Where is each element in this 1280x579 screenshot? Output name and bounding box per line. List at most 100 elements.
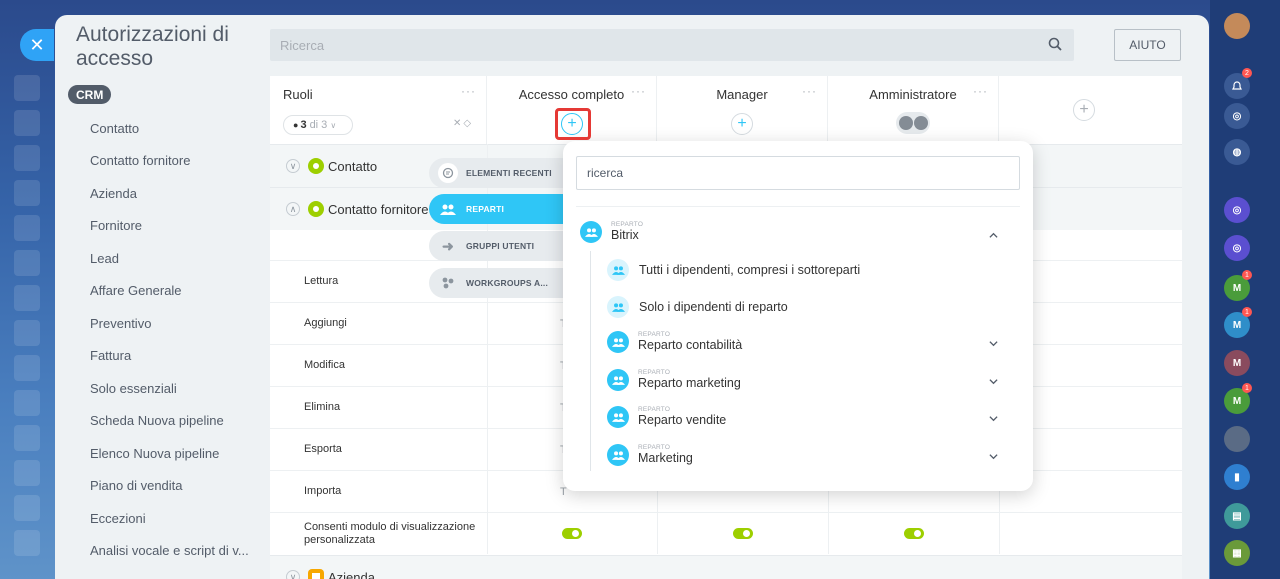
department-contabilita[interactable]: REPARTO Reparto contabilità: [607, 331, 1020, 353]
menu-item-analisi-vocale[interactable]: Analisi vocale e script di v...: [90, 535, 270, 568]
chat-icon[interactable]: ◍: [1224, 139, 1250, 165]
users-icon: [607, 259, 629, 281]
add-member-button[interactable]: +: [731, 113, 753, 135]
popup-search: [576, 156, 1020, 190]
tab-label: WORKGROUPS A...: [466, 278, 549, 288]
roles-count-selector[interactable]: ● 3 di 3 ∨: [283, 115, 353, 135]
chevron-up-icon[interactable]: [989, 231, 998, 240]
open-channel-icon[interactable]: ◎: [1224, 235, 1250, 261]
target-icon[interactable]: ◎: [1224, 103, 1250, 129]
bookmark-icon[interactable]: ▮: [1224, 464, 1250, 490]
group-label: Contatto fornitore: [328, 201, 429, 217]
popup-search-input[interactable]: [577, 157, 1019, 189]
chevron-down-icon[interactable]: ∨: [286, 570, 300, 579]
department-root-bitrix[interactable]: REPARTO Bitrix: [580, 221, 1020, 243]
search-input[interactable]: [270, 29, 1074, 61]
highlight-annotation: [555, 108, 591, 140]
department-selector-popup: REPARTO Bitrix Tutti i dipendenti, compr…: [563, 141, 1033, 491]
department-name: Reparto contabilità: [638, 338, 743, 352]
roles-header: Ruoli ··· ● 3 di 3 ∨ ✕◇: [270, 76, 487, 144]
notification-badge: 1: [1242, 270, 1252, 280]
close-icon[interactable]: ✕: [20, 29, 54, 61]
roles-count-value: 3: [300, 119, 307, 131]
tab-user-groups[interactable]: ➜ GRUPPI UTENTI: [429, 231, 564, 261]
group-avatar[interactable]: [1224, 426, 1250, 452]
department-type: REPARTO: [638, 369, 671, 376]
roles-count-suffix: di 3: [309, 119, 328, 131]
menu-item-affare-generale[interactable]: Affare Generale: [90, 275, 270, 308]
department-name: Bitrix: [611, 228, 639, 242]
open-channel-icon[interactable]: ◎: [1224, 197, 1250, 223]
help-button[interactable]: AIUTO: [1114, 29, 1181, 61]
contact-avatar[interactable]: M: [1224, 350, 1250, 376]
department-vendite[interactable]: REPARTO Reparto vendite: [607, 406, 1020, 428]
menu-item-elenco-nuova-pipeline[interactable]: Elenco Nuova pipeline: [90, 437, 270, 470]
group-avatars-icon[interactable]: [896, 112, 930, 134]
notification-badge: 2: [1242, 68, 1252, 78]
permission-label: Esporta: [304, 443, 342, 455]
notification-badge: 1: [1242, 383, 1252, 393]
menu-item-scheda-nuova-pipeline[interactable]: Scheda Nuova pipeline: [90, 405, 270, 438]
toggle-switch[interactable]: [562, 528, 582, 539]
menu-item-fornitore[interactable]: Fornitore: [90, 210, 270, 243]
permission-label: Aggiungi: [304, 317, 347, 329]
department-icon: [607, 369, 629, 391]
menu-item-contatto[interactable]: Contatto: [90, 112, 270, 145]
background-tiles: [0, 0, 55, 579]
toggle-switch[interactable]: [904, 528, 924, 539]
search-icon[interactable]: [1048, 37, 1062, 51]
permission-row: Consenti modulo di visualizzazione perso…: [270, 512, 1182, 554]
workgroups-icon: [438, 273, 458, 293]
chevron-down-icon[interactable]: [989, 339, 998, 348]
tab-recent[interactable]: ELEMENTI RECENTI: [429, 158, 564, 188]
menu-item-azienda[interactable]: Azienda: [90, 177, 270, 210]
chevron-down-icon[interactable]: [989, 452, 998, 461]
menu-item-fattura[interactable]: Fattura: [90, 340, 270, 373]
department-type: REPARTO: [611, 221, 644, 228]
document-icon[interactable]: ▦: [1224, 540, 1250, 566]
tab-departments[interactable]: REPARTI: [429, 194, 569, 224]
chat-bubble-icon[interactable]: ▤: [1224, 503, 1250, 529]
department-marketing-reparto[interactable]: REPARTO Reparto marketing: [607, 369, 1020, 391]
group-label: Contatto: [328, 158, 378, 174]
menu-item-lead[interactable]: Lead: [90, 242, 270, 275]
department-icon: [607, 444, 629, 466]
notification-badge: 1: [1242, 307, 1252, 317]
add-role-button[interactable]: +: [1073, 99, 1095, 121]
column-menu-icon[interactable]: ···: [631, 84, 646, 98]
contact-icon: [308, 201, 324, 217]
department-icon: [607, 406, 629, 428]
department-icon: [580, 221, 602, 243]
option-department-only[interactable]: Solo i dipendenti di reparto: [607, 296, 788, 318]
roles-menu-icon[interactable]: ···: [461, 84, 476, 98]
entity-menu: Contatto Contatto fornitore Azienda Forn…: [90, 112, 270, 567]
menu-item-piano-di-vendita[interactable]: Piano di vendita: [90, 470, 270, 503]
department-name: Reparto vendite: [638, 413, 727, 427]
option-label: Solo i dipendenti di reparto: [639, 300, 788, 314]
column-menu-icon[interactable]: ···: [802, 84, 817, 98]
department-type: REPARTO: [638, 406, 671, 413]
column-menu-icon[interactable]: ···: [973, 84, 988, 98]
user-avatar[interactable]: [1224, 13, 1250, 39]
group-label: Azienda: [328, 569, 375, 579]
tab-label: ELEMENTI RECENTI: [466, 168, 552, 178]
tab-label: REPARTI: [466, 204, 505, 214]
option-label: Tutti i dipendenti, compresi i sottorepa…: [639, 263, 861, 277]
chevron-down-icon[interactable]: [989, 377, 998, 386]
tab-workgroups[interactable]: WORKGROUPS A...: [429, 268, 564, 298]
tree-line: [590, 251, 591, 471]
department-marketing[interactable]: REPARTO Marketing: [607, 444, 1020, 466]
sort-icon[interactable]: ✕◇: [453, 118, 473, 129]
department-type: REPARTO: [638, 331, 671, 338]
chevron-down-icon[interactable]: [989, 414, 998, 423]
chevron-up-icon[interactable]: ∧: [286, 202, 300, 216]
group-row-azienda[interactable]: ∨ Azienda: [270, 555, 1182, 579]
menu-item-contatto-fornitore[interactable]: Contatto fornitore: [90, 145, 270, 178]
menu-item-eccezioni[interactable]: Eccezioni: [90, 502, 270, 535]
toggle-switch[interactable]: [733, 528, 753, 539]
column-header-amministratore: Amministratore ···: [828, 76, 999, 144]
option-all-employees[interactable]: Tutti i dipendenti, compresi i sottorepa…: [607, 259, 860, 281]
menu-item-preventivo[interactable]: Preventivo: [90, 307, 270, 340]
menu-item-solo-essenziali[interactable]: Solo essenziali: [90, 372, 270, 405]
chevron-down-icon[interactable]: ∨: [286, 159, 300, 173]
